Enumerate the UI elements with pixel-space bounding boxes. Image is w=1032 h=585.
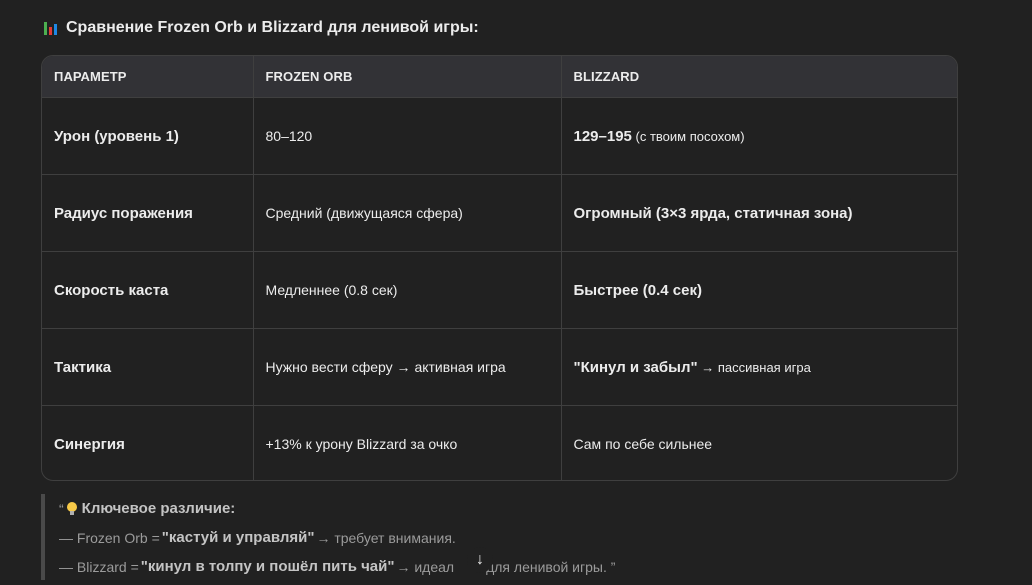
quote-title: Ключевое различие: xyxy=(81,500,236,517)
quote-title-line: “ Ключевое различие: xyxy=(59,494,741,523)
blizzard-cell: Быстрее (0.4 сек) xyxy=(561,251,957,329)
blizzard-bold-text: 129–195 xyxy=(573,127,632,145)
quote-text: — Frozen Orb = xyxy=(59,529,160,546)
param-cell: Урон (уровень 1) xyxy=(42,97,254,175)
quote-bold-text: "кинул в толпу и пошёл пить чай" xyxy=(140,558,395,575)
blizzard-rest-text: → пассивная игра xyxy=(697,359,811,375)
quote-text: — Blizzard = xyxy=(59,558,139,575)
header-parameter: ПАРАМЕТР xyxy=(42,56,254,98)
param-cell: Синергия xyxy=(42,405,254,480)
quote-line-frozen-orb: — Frozen Orb = "кастуй и управляй" → тре… xyxy=(59,523,741,552)
blizzard-rest-text: (с твоим посохом) xyxy=(631,128,745,144)
blizzard-cell: "Кинул и забыл" → пассивная игра xyxy=(561,328,957,406)
blizzard-cell: 129–195 (с твоим посохом) xyxy=(561,97,957,175)
quote-open-mark: “ xyxy=(59,500,64,517)
quote-text: → идеал xyxy=(396,558,455,575)
frozen-cell: Средний (движущаяся сфера) xyxy=(253,174,562,252)
quote-line-blizzard: — Blizzard = "кинул в толпу и пошёл пить… xyxy=(59,552,741,581)
blizzard-rest-text: Сам по себе сильнее xyxy=(573,435,713,452)
table-row: Радиус поражения Средний (движущаяся сфе… xyxy=(42,174,957,252)
frozen-cell: Медленнее (0.8 сек) xyxy=(253,251,562,329)
quote-text: → требует внимания. xyxy=(316,529,456,546)
table-row: Скорость каста Медленнее (0.8 сек) Быстр… xyxy=(42,251,957,329)
header-frozen-orb: FROZEN ORB xyxy=(253,56,562,98)
bar-chart-icon xyxy=(44,21,60,35)
frozen-cell: Нужно вести сферу → активная игра xyxy=(253,328,562,406)
section-heading: Сравнение Frozen Orb и Blizzard для лени… xyxy=(44,19,479,37)
quote-text: для ленивой игры. ” xyxy=(486,558,616,575)
blizzard-bold-text: Быстрее (0.4 сек) xyxy=(573,281,703,299)
blizzard-bold-text: "Кинул и забыл" xyxy=(573,358,698,376)
section-heading-text: Сравнение Frozen Orb и Blizzard для лени… xyxy=(66,19,479,36)
blizzard-cell: Огромный (3×3 ярда, статичная зона) xyxy=(561,174,957,252)
frozen-cell: 80–120 xyxy=(253,97,562,175)
scroll-down-icon[interactable]: ↓ xyxy=(467,547,493,573)
frozen-cell: +13% к урону Blizzard за очко xyxy=(253,405,562,480)
param-cell: Радиус поражения xyxy=(42,174,254,252)
table-header-row: ПАРАМЕТР FROZEN ORB BLIZZARD xyxy=(42,56,957,98)
blizzard-bold-text: Огромный (3×3 ярда, статичная зона) xyxy=(573,204,853,222)
comparison-table: ПАРАМЕТР FROZEN ORB BLIZZARD Урон (урове… xyxy=(41,55,958,481)
blizzard-cell: Сам по себе сильнее xyxy=(561,405,957,480)
table-row: Синергия +13% к урону Blizzard за очко С… xyxy=(42,405,957,480)
table-row: Тактика Нужно вести сферу → активная игр… xyxy=(42,328,957,406)
param-cell: Тактика xyxy=(42,328,254,406)
header-blizzard: BLIZZARD xyxy=(561,56,957,98)
lightbulb-icon xyxy=(66,502,77,515)
quote-bold-text: "кастуй и управляй" xyxy=(161,529,315,546)
table-row: Урон (уровень 1) 80–120 129–195 (с твоим… xyxy=(42,97,957,175)
param-cell: Скорость каста xyxy=(42,251,254,329)
key-difference-quote: “ Ключевое различие: — Frozen Orb = "кас… xyxy=(41,494,741,580)
